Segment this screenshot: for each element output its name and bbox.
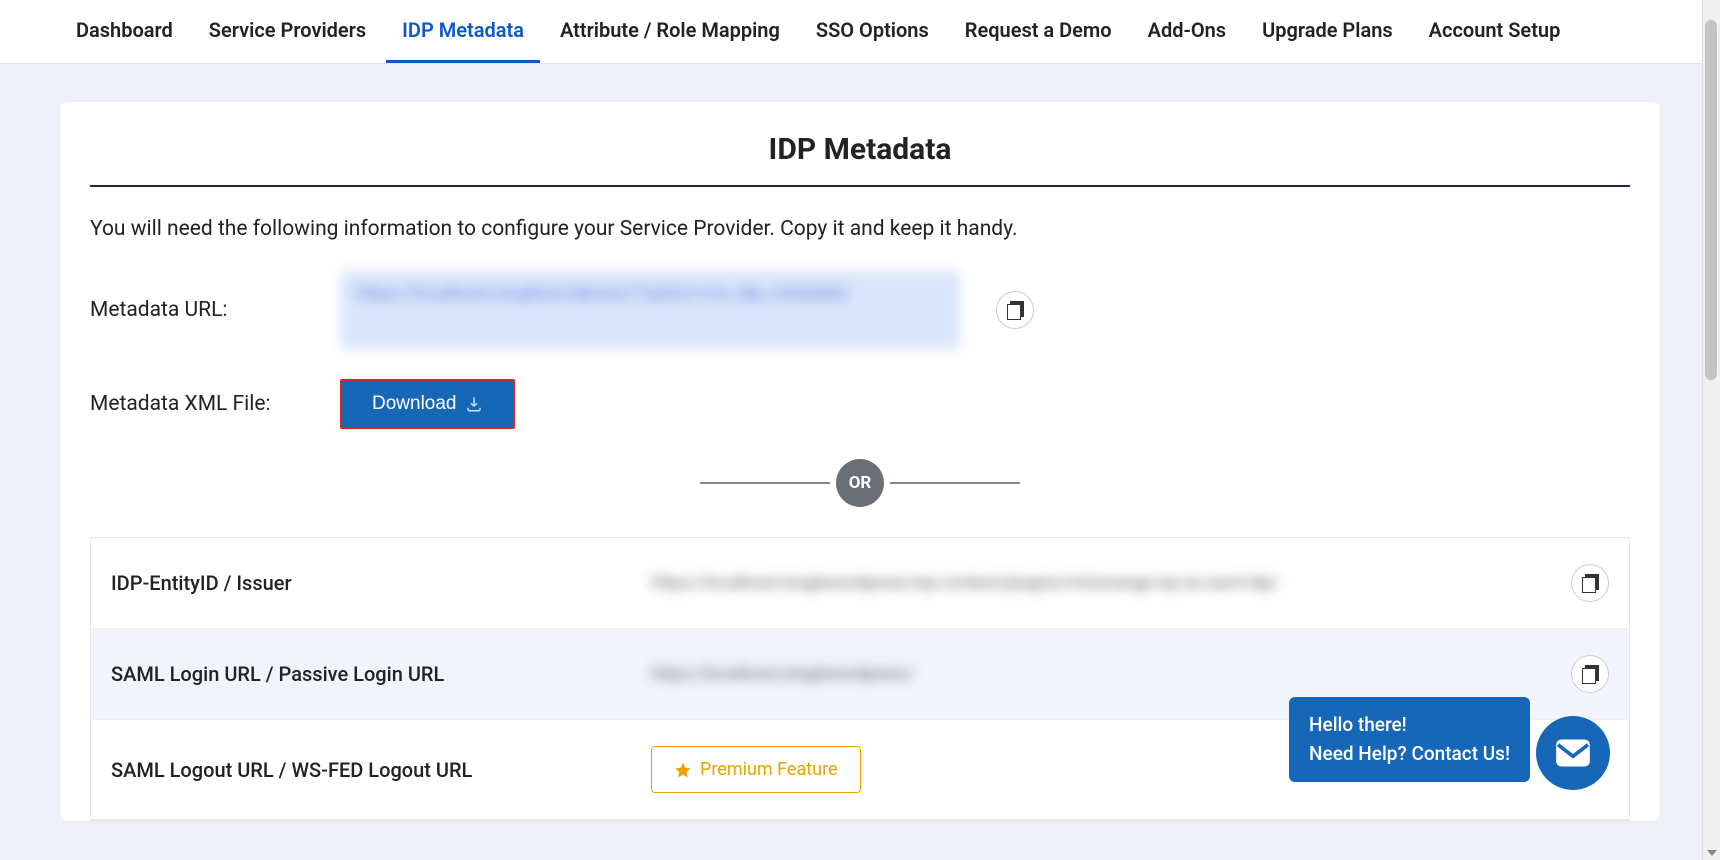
metadata-url-label: Metadata URL: xyxy=(90,298,340,322)
premium-feature-label: Premium Feature xyxy=(700,759,838,780)
idp-entityid-label: IDP-EntityID / Issuer xyxy=(111,571,651,595)
chat-line2: Need Help? Contact Us! xyxy=(1309,740,1510,769)
download-button[interactable]: Download xyxy=(340,379,515,429)
tabs-bar: Dashboard Service Providers IDP Metadata… xyxy=(0,0,1720,64)
tab-request-demo[interactable]: Request a Demo xyxy=(949,0,1128,63)
or-line-left xyxy=(700,482,830,484)
download-button-label: Download xyxy=(372,393,457,415)
copy-icon xyxy=(1007,301,1023,319)
mail-icon xyxy=(1553,733,1593,773)
tab-attribute-role-mapping[interactable]: Attribute / Role Mapping xyxy=(544,0,796,63)
or-separator: OR xyxy=(90,459,1630,507)
saml-logout-url-label: SAML Logout URL / WS-FED Logout URL xyxy=(111,758,651,782)
tab-idp-metadata[interactable]: IDP Metadata xyxy=(386,0,540,63)
chat-line1: Hello there! xyxy=(1309,711,1510,740)
tab-account-setup[interactable]: Account Setup xyxy=(1413,0,1577,63)
or-line-right xyxy=(890,482,1020,484)
scrollbar[interactable] xyxy=(1702,0,1720,860)
page-title: IDP Metadata xyxy=(90,132,1630,185)
idp-entityid-value: https://localhost/singlewordpress/wp-con… xyxy=(651,573,1571,593)
chevron-down-icon[interactable] xyxy=(1707,850,1717,856)
copy-login-url-button[interactable] xyxy=(1571,655,1609,693)
chat-button[interactable] xyxy=(1536,716,1610,790)
description-text: You will need the following information … xyxy=(90,217,1630,241)
copy-icon xyxy=(1582,574,1598,592)
download-icon xyxy=(465,395,483,413)
metadata-xml-label: Metadata XML File: xyxy=(90,392,340,416)
or-badge: OR xyxy=(836,459,884,507)
chat-tooltip: Hello there! Need Help? Contact Us! xyxy=(1289,697,1530,782)
copy-icon xyxy=(1582,665,1598,683)
tab-service-providers[interactable]: Service Providers xyxy=(193,0,382,63)
tab-upgrade-plans[interactable]: Upgrade Plans xyxy=(1246,0,1409,63)
metadata-url-value[interactable]: https://localhost/singlewordpress/?optio… xyxy=(340,271,960,349)
table-row: IDP-EntityID / Issuer https://localhost/… xyxy=(91,538,1629,629)
tab-sso-options[interactable]: SSO Options xyxy=(800,0,945,63)
star-icon xyxy=(674,761,692,779)
saml-login-url-value: https://localhost/singlewordpress/ xyxy=(651,664,1571,684)
premium-feature-badge[interactable]: Premium Feature xyxy=(651,746,861,793)
title-divider xyxy=(90,185,1630,187)
scrollbar-thumb[interactable] xyxy=(1705,20,1717,380)
tab-dashboard[interactable]: Dashboard xyxy=(60,0,189,63)
saml-login-url-label: SAML Login URL / Passive Login URL xyxy=(111,662,651,686)
metadata-xml-row: Metadata XML File: Download xyxy=(90,379,1630,429)
tab-add-ons[interactable]: Add-Ons xyxy=(1132,0,1242,63)
copy-entityid-button[interactable] xyxy=(1571,564,1609,602)
copy-metadata-url-button[interactable] xyxy=(996,291,1034,329)
metadata-url-row: Metadata URL: https://localhost/singlewo… xyxy=(90,271,1630,349)
